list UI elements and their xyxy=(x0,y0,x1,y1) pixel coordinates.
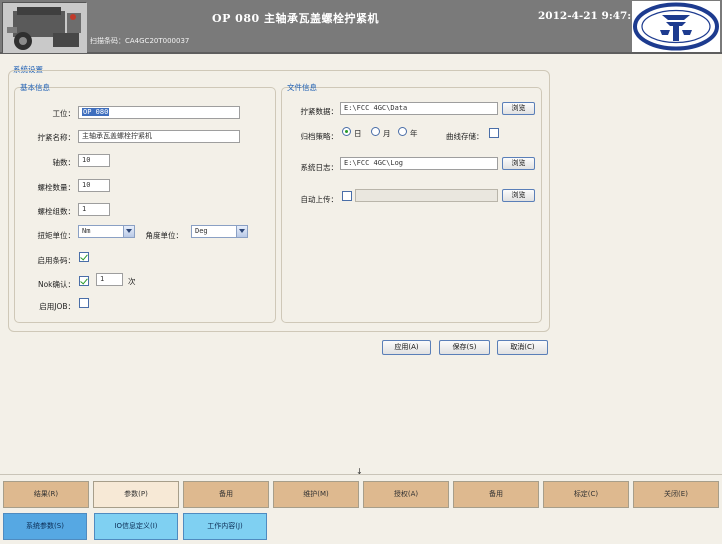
data-browse-button[interactable]: 浏览 xyxy=(502,102,535,115)
name-label: 拧紧名称： xyxy=(37,133,76,142)
file-info-title: 文件信息 xyxy=(287,83,317,92)
name-input[interactable]: 主轴承瓦盖螺栓拧紧机 xyxy=(78,130,240,143)
upload-path-input[interactable] xyxy=(355,189,498,202)
torque-unit-select[interactable]: Nm xyxy=(78,225,135,238)
barcode-display: 扫描条码：CA4GC20T000037 xyxy=(90,36,189,46)
bolt-groups-input[interactable]: 1 xyxy=(78,203,110,216)
axes-label: 轴数： xyxy=(52,158,76,167)
datetime-display: 2012-4-21 9:47: xyxy=(538,10,632,22)
nav-spare-1[interactable]: 备用 xyxy=(183,481,269,508)
curve-label: 曲线存储： xyxy=(446,132,484,141)
station-label: 工位： xyxy=(52,109,76,118)
faw-logo-icon xyxy=(632,1,720,52)
policy-month-label: 月 xyxy=(383,129,391,138)
nok-times-input[interactable]: 1 xyxy=(96,273,123,286)
axes-input[interactable]: 10 xyxy=(78,154,110,167)
header-bar: OP 080 主轴承瓦盖螺栓拧紧机 2012-4-21 9:47: 扫描条码：C… xyxy=(0,0,722,54)
barcode-enable-checkbox[interactable] xyxy=(79,252,89,262)
nok-times-unit: 次 xyxy=(128,277,136,286)
nav-results[interactable]: 结果(R) xyxy=(3,481,89,508)
sub-system-params[interactable]: 系统参数(S) xyxy=(3,513,87,540)
nok-confirm-checkbox[interactable] xyxy=(79,276,89,286)
basic-info-title: 基本信息 xyxy=(20,83,50,92)
barcode-label: 扫描条码： xyxy=(90,37,125,45)
nav-maintenance[interactable]: 维护(M) xyxy=(273,481,359,508)
nav-params[interactable]: 参数(P) xyxy=(93,481,179,508)
log-path-label: 系统日志： xyxy=(300,163,339,172)
policy-radio-month[interactable] xyxy=(371,127,380,136)
job-enable-label: 启用JOB： xyxy=(39,302,75,311)
angle-unit-label: 角度单位： xyxy=(145,231,184,240)
data-path-label: 拧紧数据： xyxy=(300,107,339,116)
angle-unit-value: Deg xyxy=(195,227,208,235)
data-path-input[interactable]: E:\FCC 4GC\Data xyxy=(340,102,498,115)
nav-authorize[interactable]: 授权(A) xyxy=(363,481,449,508)
policy-day-label: 日 xyxy=(354,129,362,138)
nav-close[interactable]: 关闭(E) xyxy=(633,481,719,508)
policy-year-label: 年 xyxy=(410,129,418,138)
cancel-button[interactable]: 取消(C) xyxy=(497,340,548,355)
nav-calibrate[interactable]: 标定(C) xyxy=(543,481,629,508)
barcode-value: CA4GC20T000037 xyxy=(125,37,190,45)
policy-radio-year[interactable] xyxy=(398,127,407,136)
sub-work-content[interactable]: 工作内容(J) xyxy=(183,513,267,540)
bolt-count-input[interactable]: 10 xyxy=(78,179,110,192)
bolt-groups-label: 螺栓组数： xyxy=(37,207,76,216)
station-value: OP 080 xyxy=(82,108,110,116)
torque-unit-label: 扭矩单位： xyxy=(37,231,76,240)
torque-unit-value: Nm xyxy=(82,227,91,235)
chevron-down-icon[interactable] xyxy=(123,226,134,237)
curve-checkbox[interactable] xyxy=(489,128,499,138)
file-info-group xyxy=(281,87,542,323)
station-title: OP 080 主轴承瓦盖螺栓拧紧机 xyxy=(212,12,379,25)
nok-confirm-label: Nok确认： xyxy=(37,280,75,289)
upload-checkbox[interactable] xyxy=(342,191,352,201)
job-enable-checkbox[interactable] xyxy=(79,298,89,308)
station-input[interactable]: OP 080 xyxy=(78,106,240,119)
bolt-count-label: 螺栓数量： xyxy=(37,183,76,192)
sub-io-definition[interactable]: IO信息定义(I) xyxy=(94,513,178,540)
engine-photo-icon xyxy=(2,2,87,53)
save-button[interactable]: 保存(S) xyxy=(439,340,490,355)
chevron-down-icon[interactable] xyxy=(236,226,247,237)
policy-radio-day[interactable] xyxy=(342,127,351,136)
policy-label: 归档策略： xyxy=(300,132,339,141)
angle-unit-select[interactable]: Deg xyxy=(191,225,248,238)
barcode-enable-label: 启用条码： xyxy=(37,256,76,265)
upload-browse-button[interactable]: 浏览 xyxy=(502,189,535,202)
upload-label: 自动上传： xyxy=(300,195,339,204)
log-path-input[interactable]: E:\FCC 4GC\Log xyxy=(340,157,498,170)
apply-button[interactable]: 应用(A) xyxy=(382,340,431,355)
log-browse-button[interactable]: 浏览 xyxy=(502,157,535,170)
nav-spare-2[interactable]: 备用 xyxy=(453,481,539,508)
